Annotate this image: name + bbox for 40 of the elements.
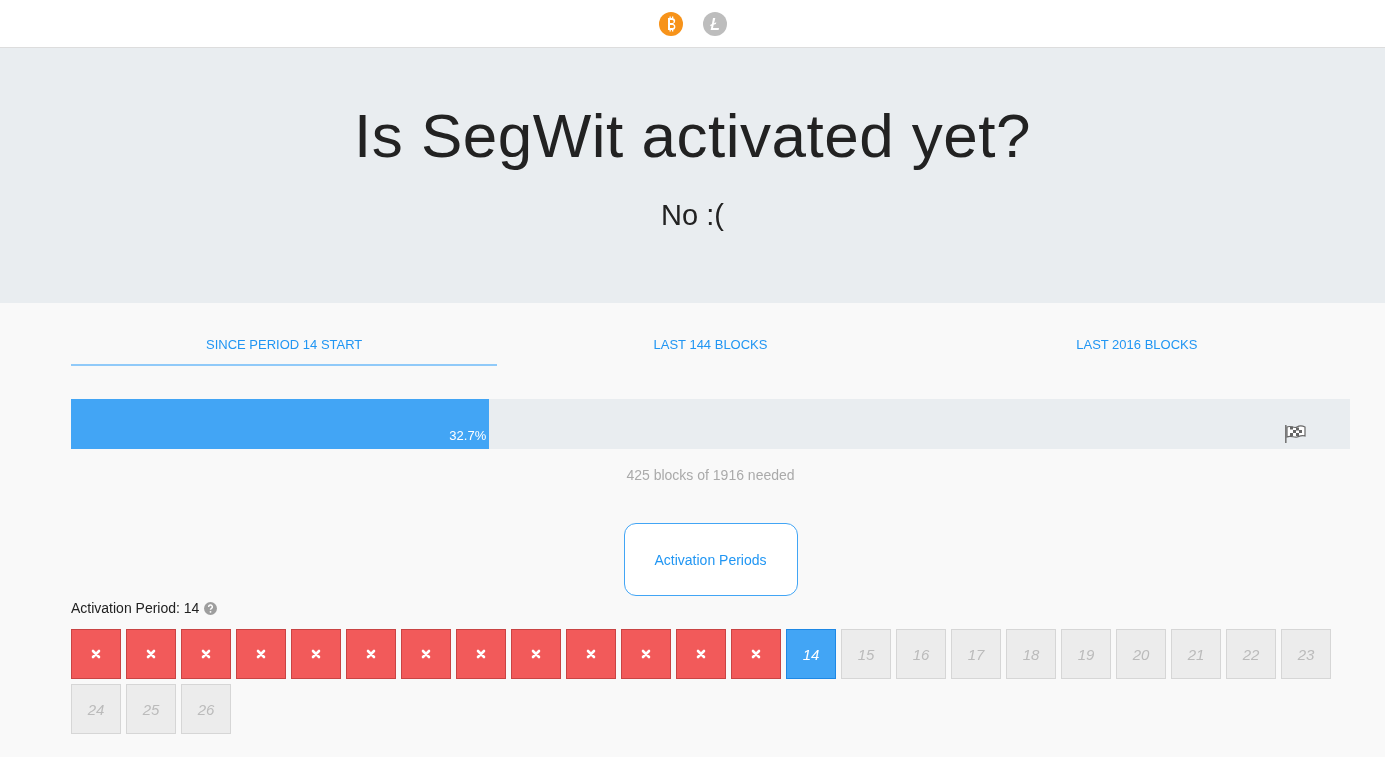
cross-icon — [421, 649, 431, 659]
cross-icon — [586, 649, 596, 659]
cross-icon — [476, 649, 486, 659]
progress-reading: 32.7% — [449, 428, 488, 445]
answer-text: No :( — [661, 199, 724, 232]
cross-icon — [531, 649, 541, 659]
period-box[interactable] — [236, 629, 286, 679]
period-box[interactable] — [126, 629, 176, 679]
cross-icon — [256, 649, 266, 659]
cross-icon — [366, 649, 376, 659]
period-box[interactable] — [621, 629, 671, 679]
cross-icon — [146, 649, 156, 659]
period-box[interactable] — [456, 629, 506, 679]
period-box[interactable] — [511, 629, 561, 679]
period-box[interactable] — [731, 629, 781, 679]
period-box[interactable] — [676, 629, 726, 679]
period-box[interactable]: 14 — [786, 629, 836, 679]
cross-icon — [696, 649, 706, 659]
activation-periods-button[interactable]: Activation Periods — [623, 523, 798, 596]
period-box[interactable] — [401, 629, 451, 679]
period-box[interactable] — [181, 629, 231, 679]
cross-icon — [201, 649, 211, 659]
period-box[interactable] — [346, 629, 396, 679]
page-title: Is SegWit activated yet? — [353, 100, 1032, 171]
bitcoin-icon[interactable] — [658, 11, 683, 36]
tab[interactable]: SINCE PERIOD 14 START — [71, 325, 498, 366]
cross-icon — [751, 649, 761, 659]
period-box[interactable] — [71, 629, 121, 679]
checkered-flag-icon — [1284, 424, 1308, 444]
help-icon[interactable] — [204, 601, 218, 615]
period-label: Activation Period: 14 — [71, 600, 200, 616]
litecoin-icon[interactable] — [702, 11, 727, 36]
tab[interactable]: LAST 2016 BLOCKS — [923, 325, 1350, 366]
cross-icon — [311, 649, 321, 659]
period-box[interactable] — [566, 629, 616, 679]
progress-caption: 425 blocks of 1916 needed — [625, 467, 796, 483]
cross-icon — [641, 649, 651, 659]
cross-icon — [91, 649, 101, 659]
period-box[interactable] — [291, 629, 341, 679]
tab[interactable]: LAST 144 BLOCKS — [497, 325, 924, 366]
